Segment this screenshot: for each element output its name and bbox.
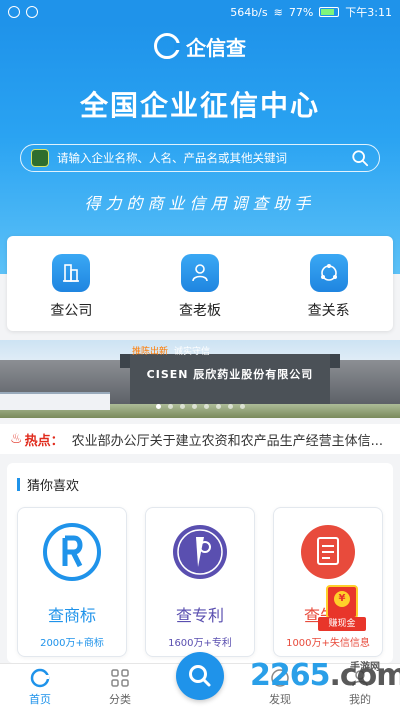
tab-label: 分类	[109, 693, 131, 706]
hot-news-bar[interactable]: ♨ 热点： 农业部办公厅关于建立农资和农产品生产经营主体信...	[0, 424, 400, 454]
search-bar[interactable]	[20, 144, 380, 172]
card-subtitle: 1000万+失信信息	[286, 638, 370, 649]
banner-tag-red: 推陈出新	[132, 347, 169, 357]
app-header: 企信查	[0, 28, 400, 64]
site-watermark: 2265.com 手游网	[250, 658, 400, 693]
patent-icon	[173, 525, 227, 579]
flame-icon: ♨	[10, 431, 23, 447]
quick-action-label: 查关系	[307, 303, 350, 319]
home-logo-icon	[30, 668, 50, 688]
banner-company: CISEN 辰欣药业股份有限公司	[146, 368, 314, 381]
document-icon	[301, 525, 355, 579]
tab-label: 发现	[269, 693, 291, 706]
carousel-dot[interactable]	[191, 404, 197, 409]
building-icon	[52, 254, 91, 292]
tab-label: 我的	[349, 693, 371, 706]
hot-news-text[interactable]: 农业部办公厅关于建立农资和农产品生产经营主体信...	[72, 430, 390, 449]
credit-badge-icon	[31, 149, 49, 167]
quick-action-label: 查老板	[179, 303, 221, 319]
recommend-title: 猜你喜欢	[17, 475, 79, 494]
carousel-dot[interactable]	[215, 404, 221, 409]
app-logo-icon	[154, 33, 181, 59]
carousel-dot[interactable]	[155, 404, 161, 409]
banner-tags: 推陈出新 诚实守信	[132, 344, 210, 357]
battery-icon	[319, 7, 340, 17]
status-bar: 564b/s ≋ 77% 下午3:11	[0, 0, 400, 24]
hot-label: 热点：	[24, 433, 64, 449]
card-subtitle: 2000万+商标	[40, 638, 104, 649]
smiley-icon	[26, 6, 38, 18]
network-icon	[309, 254, 348, 292]
card-dishonest[interactable]: 查失信 1000万+失信信息	[273, 507, 383, 657]
carousel-dot[interactable]	[179, 404, 185, 409]
banner-tag-white: 诚实守信	[174, 347, 211, 357]
notification-icon	[8, 6, 20, 18]
card-subtitle: 1600万+专利	[168, 638, 232, 649]
quick-actions-card: 查公司 查老板 查关系	[7, 236, 393, 331]
card-patent[interactable]: 查专利 1600万+专利	[145, 507, 255, 657]
network-speed: 564b/s	[230, 5, 268, 19]
search-input[interactable]	[57, 151, 351, 165]
quick-action-boss[interactable]: 查老板	[136, 236, 265, 331]
recommend-title-text: 猜你喜欢	[27, 479, 80, 494]
tab-home[interactable]: 首页	[0, 664, 80, 711]
watermark-number: 2265	[250, 658, 330, 693]
hero-headline: 全国企业征信中心	[79, 89, 320, 122]
trademark-icon	[43, 523, 101, 581]
battery-percent: 77%	[288, 5, 314, 19]
tab-category[interactable]: 分类	[80, 664, 160, 711]
quick-action-relation[interactable]: 查关系	[264, 236, 393, 331]
hero-slogan: 得力的商业信用调查助手	[84, 194, 316, 213]
carousel-dot[interactable]	[239, 404, 245, 409]
search-icon	[189, 665, 211, 687]
card-title: 查商标	[47, 606, 96, 625]
quick-action-label: 查公司	[50, 303, 93, 319]
carousel-dot[interactable]	[203, 404, 209, 409]
carousel-dots	[0, 404, 400, 409]
card-trademark[interactable]: 查商标 2000万+商标	[17, 507, 127, 657]
recommend-section: 猜你喜欢 查商标 2000万+商标 查专利 1600万+专利 查失信 1000万…	[7, 463, 393, 663]
clock: 下午3:11	[345, 6, 392, 19]
person-icon	[181, 254, 219, 292]
promo-banner[interactable]: 推陈出新 诚实守信 CISEN 辰欣药业股份有限公司	[0, 340, 400, 418]
red-packet-label: 赚现金	[318, 617, 366, 631]
app-title: 企信查	[186, 35, 246, 60]
tab-label: 首页	[29, 693, 51, 706]
carousel-dot[interactable]	[167, 404, 173, 409]
card-title: 查专利	[175, 606, 224, 625]
watermark-site-name: 手游网	[350, 662, 380, 673]
center-search-button[interactable]	[176, 652, 224, 700]
red-packet-button[interactable]: ¥ 赚现金	[318, 585, 366, 633]
coin-icon: ¥	[334, 591, 350, 607]
carousel-dot[interactable]	[227, 404, 233, 409]
grid-icon	[111, 669, 129, 687]
quick-action-company[interactable]: 查公司	[7, 236, 136, 331]
wifi-icon: ≋	[273, 5, 283, 19]
search-icon[interactable]	[351, 149, 369, 167]
